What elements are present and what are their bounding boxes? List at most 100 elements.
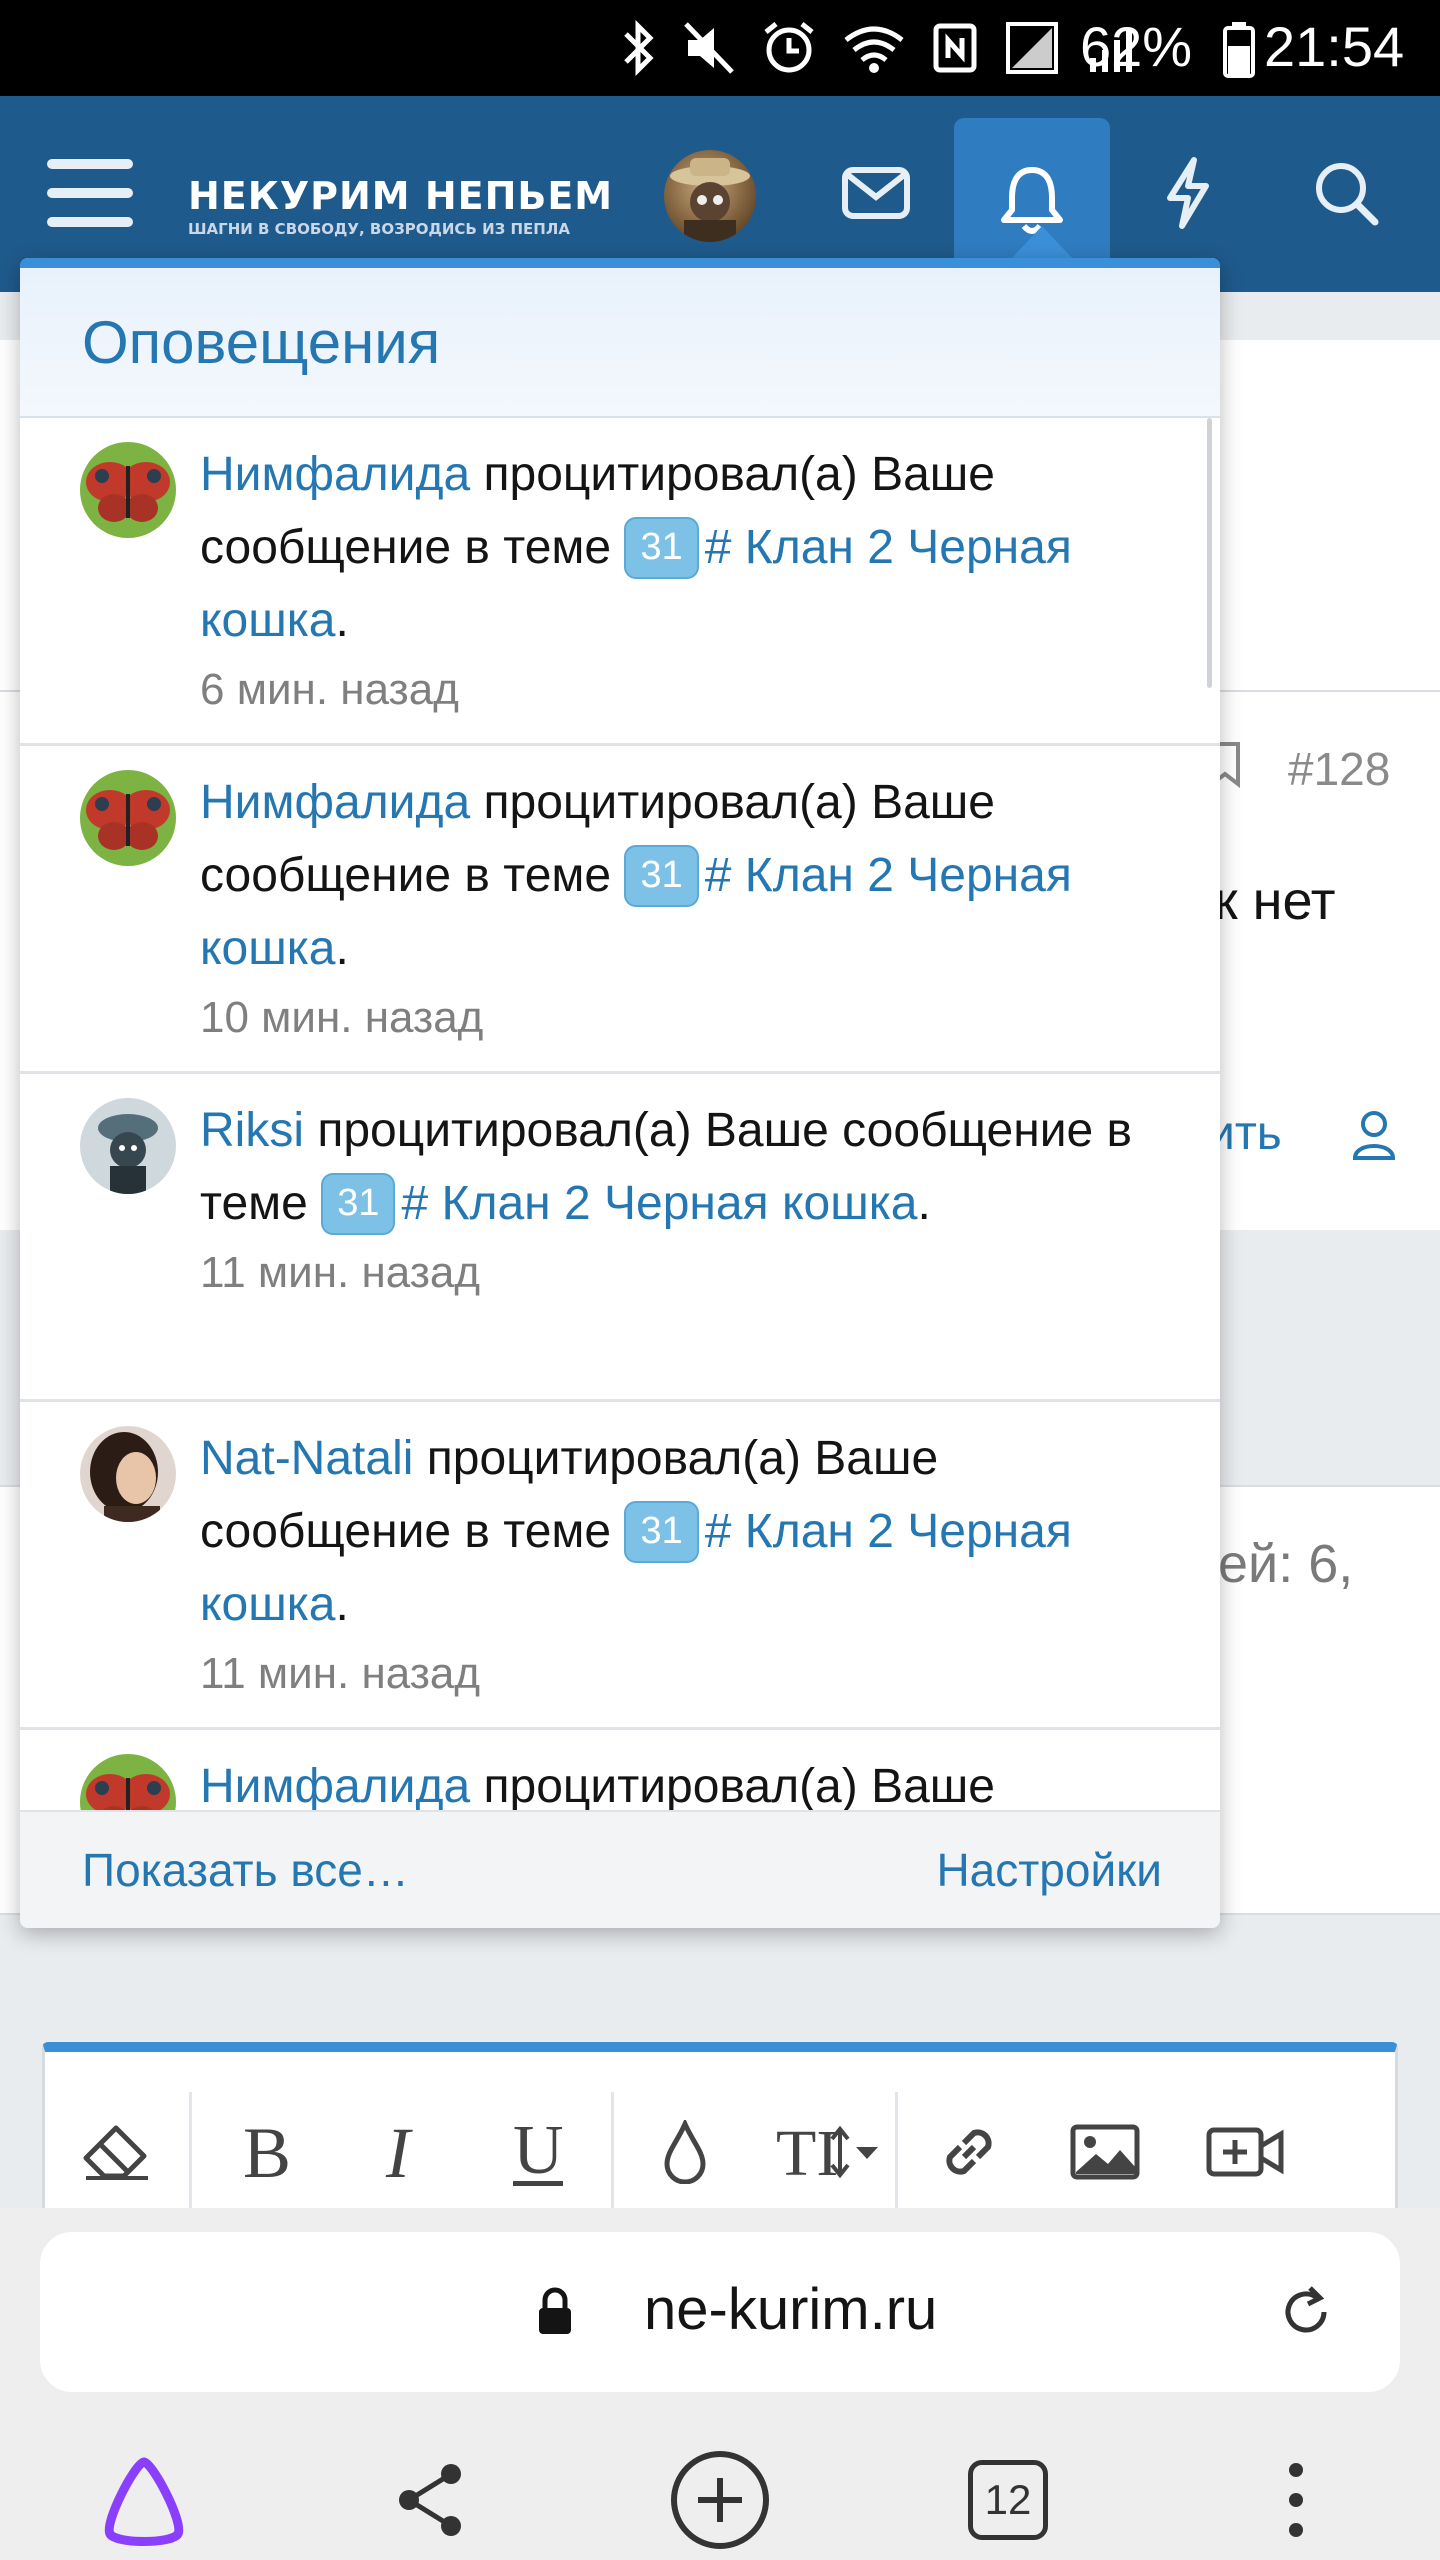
link-icon — [946, 2129, 992, 2175]
image-icon — [1070, 2124, 1140, 2180]
post-number[interactable]: #128 — [1288, 742, 1390, 796]
video-button[interactable] — [1195, 2102, 1295, 2202]
svg-text:I: I — [385, 2117, 413, 2187]
notification-username[interactable]: Нимфалида — [200, 776, 470, 829]
thread-link[interactable]: # Клан 2 Черная кошка — [401, 1177, 917, 1230]
link-button[interactable] — [919, 2102, 1019, 2202]
notification-item[interactable]: Nat-Natali процитировал(а) Ваше сообщени… — [20, 1402, 1220, 1730]
more-vertical-icon — [1289, 2463, 1303, 2537]
search-button[interactable] — [1296, 118, 1396, 268]
share-button[interactable] — [370, 2440, 490, 2560]
plus-circle-icon — [671, 2451, 769, 2549]
notification-username[interactable]: Нимфалида — [200, 1760, 470, 1810]
droplet-icon — [664, 2120, 706, 2184]
clock: 21:54 — [1264, 15, 1405, 78]
popup-footer: Показать все… Настройки — [20, 1810, 1220, 1928]
user-avatar[interactable] — [80, 442, 176, 538]
image-button[interactable] — [1055, 2102, 1155, 2202]
bold-button[interactable]: B — [215, 2102, 315, 2202]
thread-prefix-badge: 31 — [624, 517, 699, 579]
nat-natali-avatar-image — [80, 1426, 176, 1522]
butterfly-avatar-image — [80, 770, 176, 866]
settings-link[interactable]: Настройки — [936, 1843, 1162, 1897]
mute-icon — [684, 22, 734, 74]
hamburger-icon — [47, 159, 133, 227]
lightning-icon — [1167, 157, 1209, 229]
svg-text:TI: TI — [776, 2117, 838, 2187]
user-avatar[interactable] — [80, 1426, 176, 1522]
font-size-button[interactable]: TI — [769, 2102, 889, 2202]
popup-accent-bar — [20, 258, 1220, 268]
new-tab-button[interactable] — [660, 2440, 780, 2560]
thread-prefix-badge: 31 — [624, 1501, 699, 1563]
user-avatar[interactable] — [80, 770, 176, 866]
signal-1-icon — [1006, 22, 1058, 74]
popup-caret — [1010, 226, 1074, 260]
nfc-icon — [933, 23, 977, 73]
menu-button[interactable] — [40, 118, 140, 268]
notification-text: Nat-Natali процитировал(а) Ваше сообщени… — [200, 1422, 1190, 1707]
thread-prefix-badge: 31 — [624, 845, 699, 907]
notification-time: 6 мин. назад — [200, 665, 459, 714]
browser-menu-button[interactable] — [1236, 2440, 1356, 2560]
search-icon — [1316, 163, 1379, 226]
tab-count: 12 — [968, 2460, 1048, 2540]
notification-item[interactable]: Нимфалида процитировал(а) Ваше сообщение… — [20, 746, 1220, 1074]
riksi-avatar-image — [80, 1098, 176, 1194]
notification-time: 11 мин. назад — [200, 1248, 481, 1297]
user-avatar[interactable] — [664, 150, 756, 242]
stats-fragment: ей: 6, — [1218, 1534, 1354, 1594]
envelope-icon — [842, 167, 910, 219]
scrollbar[interactable] — [1207, 418, 1212, 688]
notification-action: процитировал(а) Ваше — [483, 1760, 995, 1810]
user-avatar[interactable] — [80, 1754, 176, 1810]
notification-username[interactable]: Riksi — [200, 1104, 304, 1157]
notification-item[interactable]: Нимфалида процитировал(а) Ваше — [20, 1730, 1220, 1810]
text-size-icon: TI — [776, 2117, 878, 2187]
color-button[interactable] — [635, 2102, 735, 2202]
alice-icon — [104, 2457, 184, 2546]
inbox-button[interactable] — [826, 118, 926, 268]
thread-prefix-badge: 31 — [321, 1173, 396, 1235]
whats-new-button[interactable] — [1138, 118, 1238, 268]
user-avatar[interactable] — [80, 1098, 176, 1194]
sentence-end: . — [335, 594, 349, 647]
bluetooth-icon — [624, 20, 654, 76]
notifications-popup: Оповещения Нимфалида процитировал(а) Ваш… — [20, 258, 1220, 1928]
lock-icon — [539, 2287, 571, 2334]
alice-button[interactable] — [84, 2440, 204, 2560]
popup-title: Оповещения — [82, 308, 441, 376]
address-bar-tail — [1362, 2254, 1400, 2374]
sentence-end: . — [335, 922, 349, 975]
battery-percent: 62% — [1080, 15, 1193, 78]
site-logo[interactable]: НЕКУРИМ НЕПЬЕМ ШАГНИ В СВОБОДУ, ВОЗРОДИС… — [188, 174, 613, 238]
avatar-image — [670, 158, 750, 242]
address-bar[interactable]: ne-kurim.ru — [40, 2232, 1400, 2392]
notification-text: Riksi процитировал(а) Ваше сообщение в т… — [200, 1094, 1190, 1306]
reload-icon[interactable] — [1276, 2282, 1336, 2342]
status-bar: 62% 21:54 — [0, 0, 1440, 96]
notification-item[interactable]: Riksi процитировал(а) Ваше сообщение в т… — [20, 1074, 1220, 1402]
italic-button[interactable]: I — [351, 2102, 451, 2202]
toolbar-divider — [611, 2092, 614, 2212]
eraser-icon — [83, 2125, 148, 2180]
show-all-link[interactable]: Показать все… — [82, 1843, 409, 1897]
sentence-end: . — [917, 1177, 931, 1230]
notification-username[interactable]: Нимфалида — [200, 448, 470, 501]
toolbar-divider — [895, 2092, 898, 2212]
sentence-end: . — [335, 1578, 349, 1631]
notification-time: 11 мин. назад — [200, 1649, 481, 1698]
notification-text: Нимфалида процитировал(а) Ваше — [200, 1750, 1190, 1810]
user-icon[interactable] — [1352, 1110, 1396, 1160]
svg-text:B: B — [243, 2117, 291, 2187]
butterfly-avatar-image — [80, 442, 176, 538]
notification-list[interactable]: Нимфалида процитировал(а) Ваше сообщение… — [20, 418, 1220, 1810]
underline-button[interactable]: U — [487, 2102, 587, 2202]
popup-header: Оповещения — [20, 268, 1220, 418]
notification-username[interactable]: Nat-Natali — [200, 1432, 413, 1485]
svg-text:U: U — [513, 2115, 564, 2189]
wifi-icon — [844, 26, 904, 73]
notification-item[interactable]: Нимфалида процитировал(а) Ваше сообщение… — [20, 418, 1220, 746]
remove-format-button[interactable] — [67, 2102, 167, 2202]
tabs-button[interactable]: 12 — [948, 2440, 1068, 2560]
